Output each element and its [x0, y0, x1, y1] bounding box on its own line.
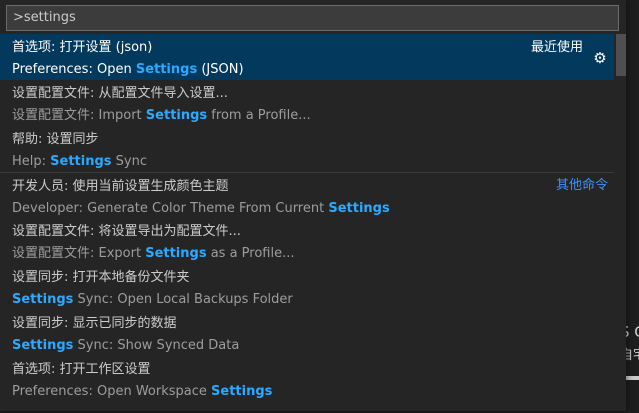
command-item-open-workspace-settings[interactable]: 首选项: 打开工作区设置 Preferences: Open Workspace…	[0, 356, 614, 402]
command-detail: Settings Sync: Open Local Backups Folder	[12, 292, 293, 307]
command-label: 首选项: 打开设置 (json)	[12, 40, 153, 55]
command-label: 设置同步: 显示已同步的数据	[12, 316, 177, 331]
command-item-export-settings-profile[interactable]: 设置配置文件: 将设置导出为配置文件... 设置配置文件: Export Set…	[0, 218, 614, 264]
command-label: 首选项: 打开工作区设置	[12, 362, 151, 377]
command-detail: Developer: Generate Color Theme From Cur…	[12, 201, 390, 216]
other-commands-label: 其他命令	[555, 178, 608, 193]
gear-icon[interactable]: ⚙	[592, 50, 608, 66]
command-item-import-settings-profile[interactable]: 设置配置文件: 从配置文件导入设置... 设置配置文件: Import Sett…	[0, 80, 614, 126]
command-input-box[interactable]	[6, 5, 619, 31]
command-item-open-settings-json[interactable]: 首选项: 打开设置 (json) 最近使用 ⚙ Preferences: Ope…	[0, 34, 614, 80]
command-detail: 设置配置文件: Export Settings as a Profile...	[12, 246, 295, 261]
command-detail: Settings Sync: Show Synced Data	[12, 338, 240, 353]
command-item-open-local-backups[interactable]: 设置同步: 打开本地备份文件夹 Settings Sync: Open Loca…	[0, 264, 614, 310]
command-label: 设置配置文件: 从配置文件导入设置...	[12, 86, 228, 101]
command-detail: Preferences: Open Settings (JSON)	[12, 62, 244, 77]
command-detail: Help: Settings Sync	[12, 154, 147, 169]
command-label: 设置同步: 打开本地备份文件夹	[12, 270, 190, 285]
command-detail: 设置配置文件: Import Settings from a Profile..…	[12, 108, 311, 123]
command-search-input[interactable]	[13, 6, 603, 30]
command-label: 帮助: 设置同步	[12, 132, 99, 147]
scrollbar-thumb[interactable]	[616, 34, 626, 76]
command-item-show-synced-data[interactable]: 设置同步: 显示已同步的数据 Settings Sync: Show Synce…	[0, 310, 614, 356]
command-label: 设置配置文件: 将设置导出为配置文件...	[12, 224, 241, 239]
scrollbar[interactable]	[614, 34, 626, 411]
command-label: 开发人员: 使用当前设置生成颜色主题	[12, 179, 229, 194]
command-palette: 首选项: 打开设置 (json) 最近使用 ⚙ Preferences: Ope…	[0, 0, 626, 411]
command-detail: Preferences: Open Workspace Settings	[12, 384, 273, 399]
command-list: 首选项: 打开设置 (json) 最近使用 ⚙ Preferences: Ope…	[0, 34, 614, 402]
recently-used-label: 最近使用	[530, 40, 583, 55]
command-item-help-settings-sync[interactable]: 帮助: 设置同步 Help: Settings Sync	[0, 126, 614, 172]
command-item-generate-color-theme[interactable]: 开发人员: 使用当前设置生成颜色主题 其他命令 Developer: Gener…	[0, 172, 614, 218]
